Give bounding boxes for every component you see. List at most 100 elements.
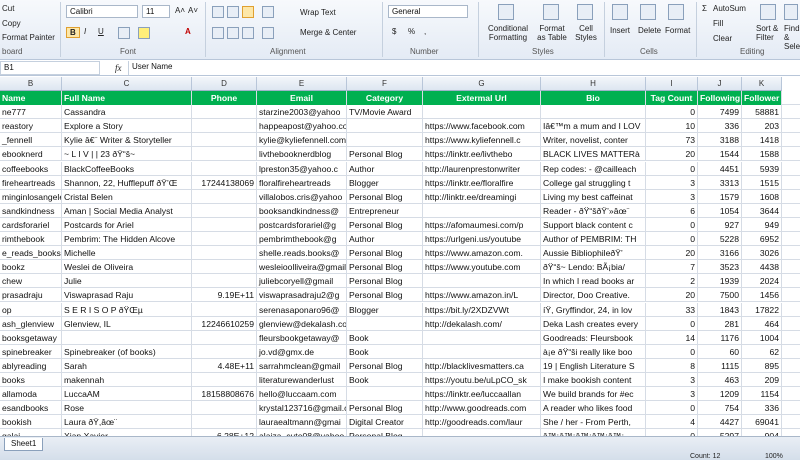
borders-icon[interactable]	[118, 27, 130, 39]
table-cell[interactable]: 949	[742, 217, 782, 232]
table-cell[interactable]: 3	[646, 373, 698, 387]
table-cell[interactable]: 1515	[742, 175, 782, 190]
table-cell[interactable]: fireheartreads	[0, 175, 62, 190]
format-painter-button[interactable]: Format Painter	[2, 33, 55, 42]
table-cell[interactable]: livthebooknerdblog	[257, 147, 347, 162]
copy-button[interactable]: Copy	[2, 19, 21, 28]
table-cell[interactable]: Deka Lash creates every	[541, 316, 646, 331]
table-cell[interactable]	[347, 316, 423, 331]
table-cell[interactable]: Sarah	[62, 358, 192, 373]
fill-color-icon[interactable]	[138, 27, 150, 39]
align-left-icon[interactable]	[212, 27, 224, 39]
table-cell[interactable]: 1456	[742, 288, 782, 303]
table-cell[interactable]: Personal Blog	[347, 147, 423, 162]
format-button[interactable]: Format	[665, 26, 690, 35]
table-cell[interactable]: 895	[742, 358, 782, 373]
column-header-h[interactable]: H	[541, 77, 646, 91]
table-cell[interactable]: Postcards for Ariel	[62, 217, 192, 232]
table-cell[interactable]: spinebreaker	[0, 344, 62, 359]
table-cell[interactable]: Personal Blog	[347, 274, 423, 289]
table-cell[interactable]: ~ L I V | | 23 ðŸ“š~	[62, 147, 192, 162]
table-cell[interactable]: 3026	[742, 246, 782, 261]
grow-font-button[interactable]: A˄	[175, 6, 185, 15]
table-cell[interactable]: 0	[646, 232, 698, 246]
clear-button[interactable]: Clear	[713, 34, 732, 43]
table-cell[interactable]: Blogger	[347, 175, 423, 190]
table-cell[interactable]: 73	[646, 133, 698, 148]
font-name-select[interactable]: Calibri	[66, 5, 138, 18]
table-cell[interactable]: 7	[646, 260, 698, 275]
table-cell[interactable]: 14	[646, 330, 698, 345]
table-cell[interactable]: books	[0, 373, 62, 387]
font-size-select[interactable]: 11	[142, 5, 170, 18]
table-cell[interactable]: 1115	[698, 358, 742, 373]
header-cell[interactable]: Tag Count	[646, 91, 698, 105]
table-cell[interactable]: 20	[646, 288, 698, 303]
table-cell[interactable]: http://linktr.ee/dreamingi	[423, 189, 541, 204]
table-cell[interactable]	[192, 217, 257, 232]
table-cell[interactable]: 1843	[698, 302, 742, 317]
conditional-formatting-button[interactable]: Conditional Formatting	[486, 24, 530, 42]
sort-filter-button[interactable]: Sort & Filter	[756, 24, 780, 42]
table-cell[interactable]: Support black content c	[541, 217, 646, 232]
table-cell[interactable]: _fennell	[0, 133, 62, 148]
table-cell[interactable]: A reader who likes food	[541, 401, 646, 416]
table-cell[interactable]	[192, 203, 257, 218]
indent-icon[interactable]	[262, 27, 274, 39]
table-cell[interactable]: kylie@kyliefennell.com	[257, 133, 347, 148]
table-cell[interactable]: Book	[347, 344, 423, 359]
table-cell[interactable]: College gal struggling t	[541, 175, 646, 190]
table-cell[interactable]: sarrahmclean@gmail	[257, 358, 347, 373]
table-cell[interactable]: 463	[698, 373, 742, 387]
table-cell[interactable]: postcardsforariel@g	[257, 217, 347, 232]
table-cell[interactable]: 927	[698, 217, 742, 232]
table-cell[interactable]: 3313	[698, 175, 742, 190]
table-cell[interactable]: Personal Blog	[347, 246, 423, 261]
table-cell[interactable]: BLACK LIVES MATTERà­	[541, 147, 646, 162]
table-cell[interactable]: booksgetaway	[0, 330, 62, 345]
table-cell[interactable]: serenasaponaro96@	[257, 302, 347, 317]
table-cell[interactable]: Book	[347, 330, 423, 345]
table-cell[interactable]: https://www.facebook.com	[423, 119, 541, 134]
table-cell[interactable]: ðŸ“š~ Lendo: BÃ¡bia/	[541, 260, 646, 275]
table-cell[interactable]: 4427	[698, 415, 742, 430]
table-cell[interactable]	[423, 330, 541, 345]
sheet-tab-sheet1[interactable]: Sheet1	[4, 438, 44, 451]
header-cell[interactable]: Extermal Url	[423, 91, 541, 105]
column-header-c[interactable]: C	[62, 77, 192, 91]
font-color-button[interactable]: A	[185, 27, 191, 36]
cut-button[interactable]: Cut	[2, 4, 14, 13]
table-cell[interactable]: esandbooks	[0, 401, 62, 416]
table-cell[interactable]: 58881	[742, 105, 782, 120]
table-cell[interactable]: Reader - ðŸ“šðŸ’»âœ¨	[541, 203, 646, 218]
table-cell[interactable]: Aussie BibliophileðŸ’	[541, 246, 646, 261]
table-cell[interactable]	[192, 401, 257, 416]
table-cell[interactable]: 7499	[698, 105, 742, 120]
format-as-table-button[interactable]: Format as Table	[536, 24, 568, 42]
table-cell[interactable]: 12246610259	[192, 316, 257, 331]
table-cell[interactable]: 1418	[742, 133, 782, 148]
table-cell[interactable]	[192, 415, 257, 430]
table-cell[interactable]	[192, 189, 257, 204]
column-header-b[interactable]: B	[0, 77, 62, 91]
table-cell[interactable]: 0	[646, 105, 698, 120]
table-cell[interactable]	[423, 105, 541, 120]
table-cell[interactable]: Director, Doo Creative.	[541, 288, 646, 303]
table-cell[interactable]	[192, 302, 257, 317]
sort-filter-icon[interactable]	[760, 4, 776, 20]
table-cell[interactable]: Aman | Social Media Analyst	[62, 203, 192, 218]
shrink-font-button[interactable]: A˅	[188, 6, 198, 15]
table-cell[interactable]: sandkindness	[0, 203, 62, 218]
table-cell[interactable]	[347, 387, 423, 402]
table-cell[interactable]: 336	[698, 119, 742, 134]
table-cell[interactable]: ash_glenview	[0, 316, 62, 331]
table-cell[interactable]: We build brands for #ec	[541, 387, 646, 402]
table-cell[interactable]: rimthebook	[0, 232, 62, 246]
format-table-icon[interactable]	[543, 4, 559, 20]
table-cell[interactable]: Personal Blog	[347, 358, 423, 373]
table-cell[interactable]: 1579	[698, 189, 742, 204]
table-cell[interactable]	[192, 274, 257, 289]
table-cell[interactable]: Iâ€™m a mum and I LOV	[541, 119, 646, 134]
table-cell[interactable]: http://www.goodreads.com	[423, 401, 541, 416]
table-cell[interactable]: 4	[646, 415, 698, 430]
